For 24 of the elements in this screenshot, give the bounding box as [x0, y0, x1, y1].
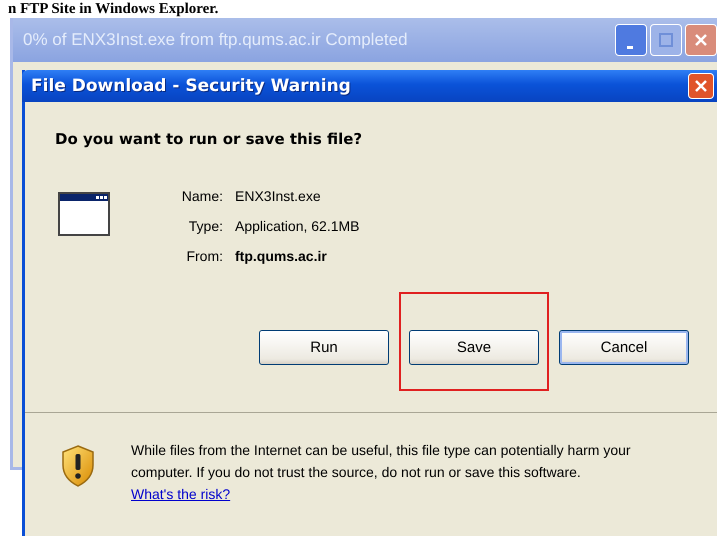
dialog-button[interactable]: Run — [259, 330, 389, 365]
field-label: Type: — [188, 218, 223, 234]
field-value: Application, 62.1MB — [235, 218, 360, 234]
dialog-button[interactable]: Save — [409, 330, 539, 365]
field-label: Name: — [180, 188, 223, 204]
field-value: ENX3Inst.exe — [235, 188, 322, 204]
dialog-title: File Download - Security Warning — [31, 76, 352, 96]
dialog-button[interactable]: Cancel — [559, 330, 689, 365]
warning-text: While files from the Internet can be useful, this file type can potentially harm your computer. If you do not trust the source, do not run or save this software. What's the risk? — [131, 441, 632, 504]
field-label: From: — [185, 248, 223, 264]
window-title: 0% of ENX3Inst.exe from ftp.qums.ac.ir Completed — [23, 30, 409, 50]
field-value: ftp.qums.ac.ir — [235, 248, 328, 264]
minimize-button[interactable] — [615, 24, 647, 56]
maximize-button[interactable] — [650, 24, 682, 56]
close-button[interactable] — [688, 73, 714, 99]
close-icon — [694, 33, 708, 47]
close-button[interactable] — [685, 24, 717, 56]
risk-link[interactable]: What's the risk? — [131, 486, 230, 502]
close-icon — [694, 79, 708, 93]
question-text: Do you want to run or save this file? — [55, 130, 364, 148]
maximize-icon — [659, 33, 673, 47]
page-heading: n FTP Site in Windows Explorer. — [7, 0, 220, 18]
warning-shield-icon — [61, 445, 95, 487]
application-window-icon — [58, 192, 110, 236]
